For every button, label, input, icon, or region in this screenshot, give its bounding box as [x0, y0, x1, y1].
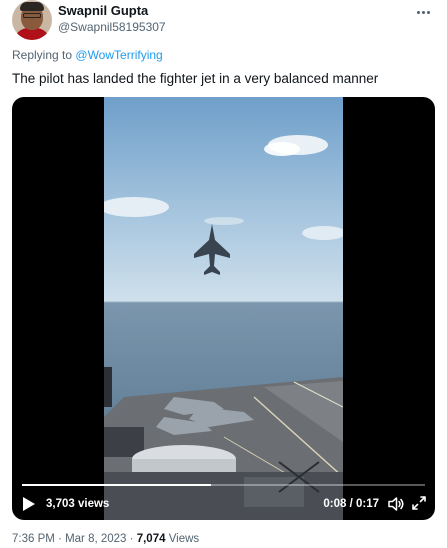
avatar[interactable]	[12, 0, 52, 40]
video-view-count: 3,703 views	[46, 498, 110, 510]
author-block[interactable]: Swapnil Gupta @Swapnil58195307	[58, 3, 166, 35]
tweet-header: Swapnil Gupta @Swapnil58195307	[12, 0, 435, 44]
tweet-meta: 7:36 PM · Mar 8, 2023 · 7,074 Views	[12, 532, 199, 546]
meta-separator: ·	[129, 533, 134, 545]
author-handle[interactable]: @Swapnil58195307	[58, 19, 166, 35]
replying-to-link[interactable]: @WowTerrifying	[75, 48, 162, 62]
volume-icon[interactable]	[387, 495, 405, 513]
video-player[interactable]: 3,703 views 0:08 / 0:17	[12, 97, 435, 520]
video-controls: 3,703 views 0:08 / 0:17	[12, 484, 435, 520]
meta-separator: ·	[58, 533, 62, 545]
fullscreen-icon[interactable]	[411, 495, 427, 511]
tweet-view-count: 7,074	[136, 533, 166, 545]
replying-to: Replying to @WowTerrifying	[12, 47, 163, 63]
video-progress-bar[interactable]	[22, 484, 425, 486]
video-timestamp: 0:08 / 0:17	[323, 498, 379, 510]
tweet-date[interactable]: Mar 8, 2023	[65, 533, 126, 545]
tweet-view-label: Views	[168, 533, 200, 545]
play-icon[interactable]	[22, 496, 36, 512]
video-progress-fill	[22, 484, 212, 486]
tweet-time[interactable]: 7:36 PM	[12, 533, 55, 545]
author-display-name[interactable]: Swapnil Gupta	[58, 3, 166, 19]
tweet-text: The pilot has landed the fighter jet in …	[12, 71, 379, 86]
more-options-icon[interactable]	[411, 4, 435, 20]
replying-to-label: Replying to	[12, 48, 73, 62]
video-frame	[104, 97, 343, 520]
